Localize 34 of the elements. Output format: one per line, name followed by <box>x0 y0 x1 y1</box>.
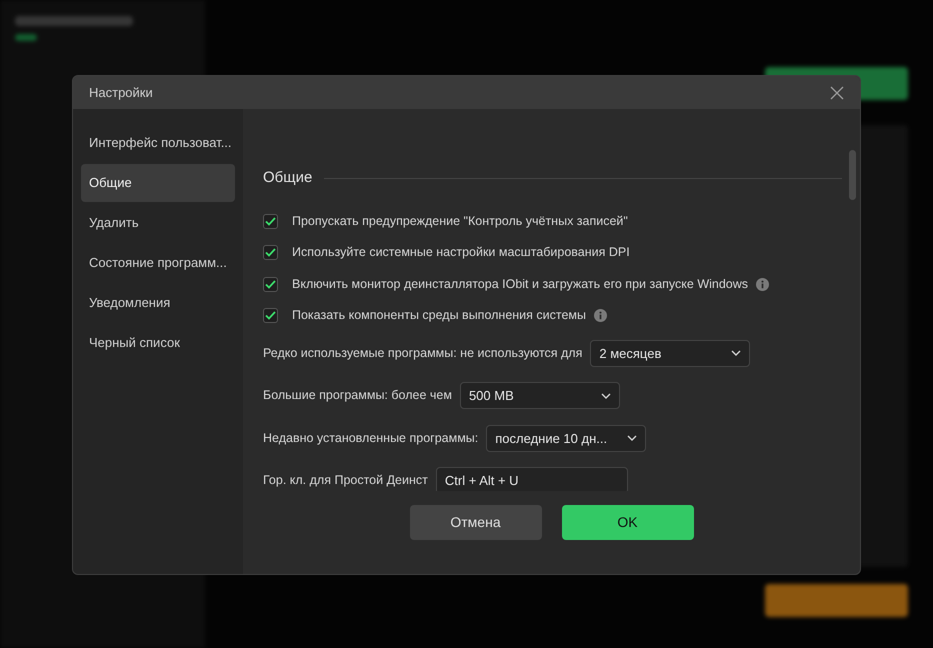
chevron-down-icon <box>627 435 638 442</box>
nav-item[interactable]: Состояние программ... <box>81 244 235 282</box>
dropdown[interactable]: 500 MB <box>460 382 620 410</box>
nav-item[interactable]: Общие <box>81 164 235 202</box>
dropdown[interactable]: последние 10 дн... <box>486 424 646 452</box>
checkbox[interactable] <box>263 308 278 324</box>
checkbox[interactable] <box>263 276 278 292</box>
nav-item[interactable]: Удалить <box>81 204 235 242</box>
info-icon[interactable] <box>594 309 608 322</box>
option-label: Пропускать предупреждение "Контроль учётных записей" <box>292 212 628 230</box>
nav-item[interactable]: Черный список <box>81 324 235 362</box>
dialog-title: Настройки <box>89 84 153 102</box>
checkbox[interactable] <box>263 214 278 229</box>
blurred-edition-bar <box>15 34 37 41</box>
ok-button[interactable]: OK <box>562 505 694 540</box>
info-icon[interactable] <box>756 278 770 291</box>
section-title: Общие <box>263 168 312 188</box>
option-label: Большие программы: более чем <box>263 387 452 404</box>
option-label: Включить монитор деинсталлятора IObit и загружать его при запуске Windows <box>292 276 748 293</box>
scrollbar-thumb[interactable] <box>849 150 856 200</box>
option-label: Гор. кл. для Простой Деинст <box>263 472 428 490</box>
chevron-down-icon <box>600 392 611 399</box>
chevron-down-icon <box>731 350 742 356</box>
option-label: Показать компоненты среды выполнения системы <box>292 307 586 324</box>
option-label: Используйте системные настройки масштабирования DPI <box>292 244 630 262</box>
hotkey-field[interactable]: Ctrl + Alt + U <box>436 467 628 491</box>
close-icon[interactable] <box>830 86 844 100</box>
dropdown[interactable]: 2 месяцев <box>590 340 750 367</box>
option-label: Недавно установленные программы: <box>263 430 478 447</box>
nav-item[interactable]: Интерфейс пользоват... <box>81 124 235 162</box>
cancel-button[interactable]: Отмена <box>410 505 542 540</box>
option-label: Редко используемые программы: не используются для <box>263 344 582 362</box>
checkbox[interactable] <box>263 245 278 260</box>
nav-item[interactable]: Уведомления <box>81 284 235 322</box>
